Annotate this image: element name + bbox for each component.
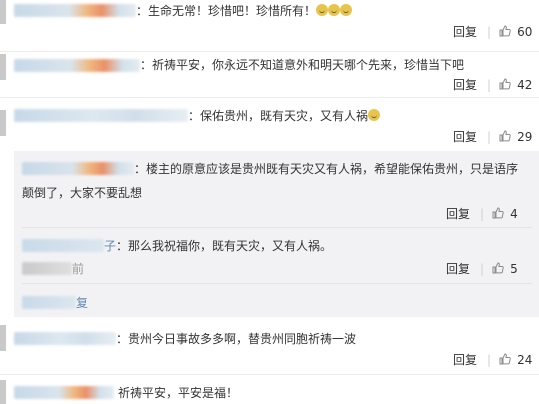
like-count: 5 — [510, 262, 518, 276]
reply-actions: 回复 | 5 — [446, 262, 518, 276]
like-count: 60 — [517, 25, 533, 39]
divider — [22, 283, 532, 284]
comment-text: ：祈祷平安，你永远不知道意外和明天哪个先来，珍惜当下吧 — [140, 58, 465, 72]
username-redacted[interactable] — [22, 239, 104, 252]
reply-text: 颠倒了，大家不要乱想 — [22, 186, 143, 200]
username-redacted[interactable] — [22, 162, 134, 175]
thumbs-up-icon — [492, 207, 504, 219]
like-button[interactable]: 42 — [499, 78, 532, 92]
avatar[interactable] — [0, 54, 6, 80]
comment-3: ：保佑贵州，既有天灾，又有人祸 回复 | 29 — [0, 98, 539, 150]
reply-text: ：那么我祝福你，既有天灾，又有人祸。 — [116, 239, 333, 253]
avatar[interactable] — [0, 0, 6, 24]
reply-username-fragment[interactable]: 子 — [104, 238, 116, 254]
emoji-icon — [340, 4, 353, 16]
timestamp-fragment: 前 — [72, 262, 85, 276]
thumbs-up-icon — [492, 262, 504, 274]
comment-text: ：贵州今日事故多多啊，替贵州同胞祈祷一波 — [116, 332, 357, 346]
reply-text: ：楼主的原意应该是贵州既有天灾又有人祸，希望能保佑贵州，只是语序 — [134, 162, 519, 176]
comment-actions: 回复 | 60 — [453, 25, 533, 39]
avatar[interactable] — [0, 110, 6, 136]
comment-text: 祈祷平安，平安是福！ — [118, 386, 239, 400]
avatar[interactable] — [0, 325, 6, 351]
username-redacted[interactable] — [14, 59, 140, 72]
more-replies-link-redacted[interactable] — [22, 296, 76, 309]
comment-5: 祈祷平安，平安是福！ — [0, 376, 539, 404]
like-button[interactable]: 4 — [492, 207, 518, 221]
avatar[interactable] — [0, 380, 6, 404]
thumbs-up-icon — [499, 25, 511, 37]
emoji-icon — [328, 4, 341, 16]
reply-thread: ：楼主的原意应该是贵州既有天灾又有人祸，希望能保佑贵州，只是语序 颠倒了，大家不… — [14, 151, 539, 317]
reply-button[interactable]: 回复 — [453, 353, 477, 367]
like-count: 42 — [517, 78, 533, 92]
thumbs-up-icon — [499, 353, 511, 365]
more-replies-fragment[interactable]: 复 — [76, 295, 88, 311]
like-button[interactable]: 5 — [492, 262, 518, 276]
reply-button[interactable]: 回复 — [453, 130, 477, 144]
reply-button[interactable]: 回复 — [446, 262, 470, 276]
like-count: 4 — [510, 207, 518, 221]
comment-actions: 回复 | 42 — [453, 78, 533, 92]
divider — [0, 374, 539, 375]
thumbs-up-icon — [499, 78, 511, 90]
reply-actions: 回复 | 4 — [446, 207, 518, 221]
comment-text: ：生命无常！珍惜吧！珍惜所有！ — [136, 3, 353, 19]
reply-button[interactable]: 回复 — [453, 78, 477, 92]
like-count: 29 — [517, 130, 533, 144]
comment-actions: 回复 | 29 — [453, 130, 533, 144]
username-redacted[interactable] — [14, 4, 136, 17]
reply-button[interactable]: 回复 — [453, 25, 477, 39]
timestamp-redacted — [22, 262, 72, 275]
comment-4: ：贵州今日事故多多啊，替贵州同胞祈祷一波 回复 | 24 — [0, 325, 539, 375]
reply-button[interactable]: 回复 — [446, 207, 470, 221]
divider — [22, 227, 532, 228]
like-button[interactable]: 60 — [499, 25, 532, 39]
comment-text: ：保佑贵州，既有天灾，又有人祸 — [188, 108, 381, 124]
username-redacted[interactable] — [14, 109, 188, 122]
like-button[interactable]: 24 — [499, 353, 532, 367]
like-button[interactable]: 29 — [499, 130, 532, 144]
thumbs-up-icon — [499, 130, 511, 142]
comment-actions: 回复 | 24 — [453, 353, 533, 367]
username-redacted[interactable] — [14, 386, 114, 399]
comment-2: ：祈祷平安，你永远不知道意外和明天哪个先来，珍惜当下吧 回复 | 42 — [0, 52, 539, 100]
username-redacted[interactable] — [14, 332, 116, 345]
emoji-icon — [368, 109, 381, 121]
like-count: 24 — [517, 353, 533, 367]
comment-1: ：生命无常！珍惜吧！珍惜所有！ 回复 | 60 — [0, 0, 539, 52]
emoji-icon — [316, 4, 329, 16]
